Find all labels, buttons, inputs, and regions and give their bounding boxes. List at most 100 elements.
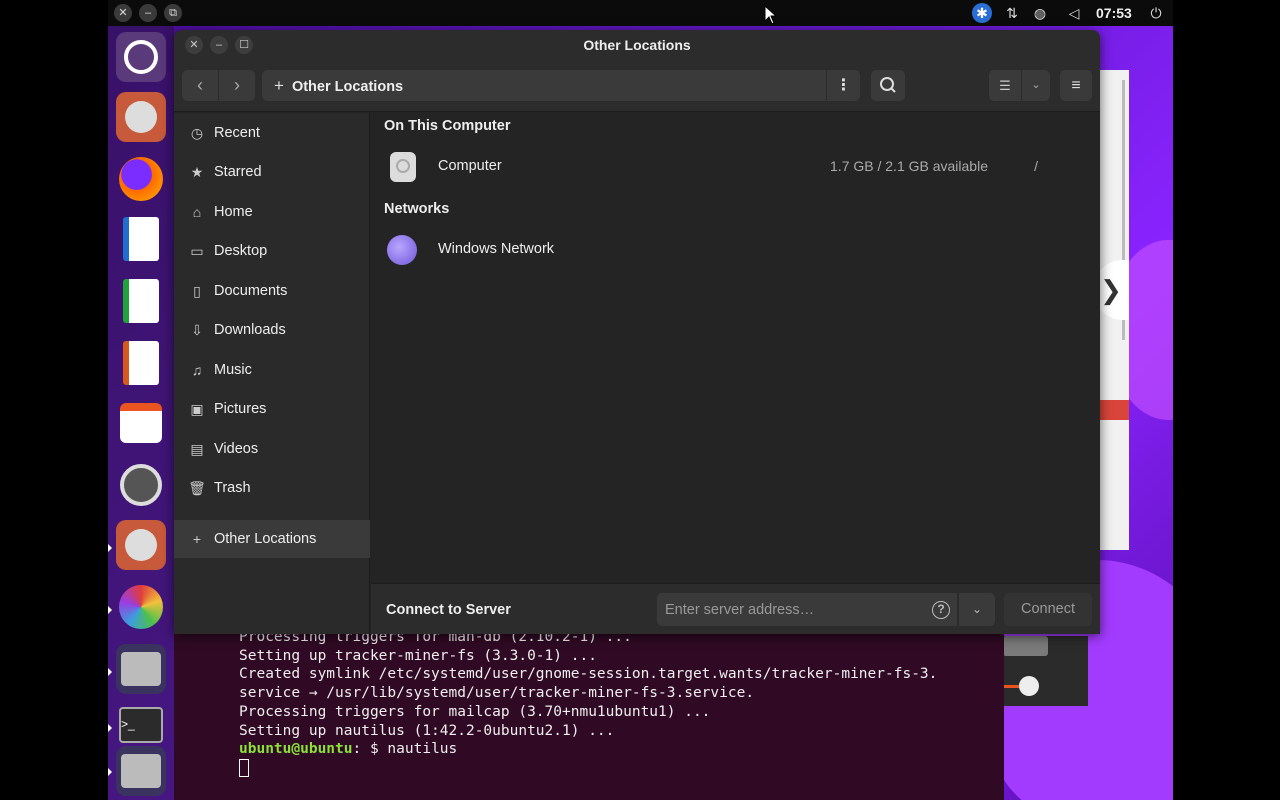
sidebar-item-label: Recent [214,125,260,141]
plus-icon: + [274,76,284,95]
volume-muted-icon[interactable]: ◁ [1064,3,1084,23]
search-button[interactable] [871,70,905,101]
plus-icon: + [192,531,202,547]
path-label: Other Locations [291,79,404,95]
calc-icon[interactable] [116,276,166,326]
sidebar-item-other-locations[interactable]: + Other Locations [174,520,370,558]
sidebar-item-recent[interactable]: ◷ Recent [174,115,370,151]
terminal-line: service → /usr/lib/systemd/user/tracker-… [239,685,755,702]
accessibility-icon[interactable]: ✱ [972,3,992,23]
background-settings-window[interactable] [1003,636,1088,706]
titlebar[interactable]: ✕ – ☐ Other Locations [174,30,1100,60]
location-row-computer[interactable]: Computer 1.7 GB / 2.1 GB available / [371,146,1100,188]
settings-icon[interactable] [116,460,166,510]
document-icon: ▯ [193,283,201,299]
terminal-line: Setting up tracker-miner-fs (3.3.0-1) ..… [239,647,597,664]
globe-icon[interactable]: ◍ [1030,3,1050,23]
window-title: Other Locations [583,37,691,53]
files-icon[interactable] [116,644,166,694]
sidebar-item-label: Documents [214,283,288,299]
home-icon: ⌂ [192,204,202,220]
installer-icon[interactable] [116,520,166,570]
sidebar-item-pictures[interactable]: ▣ Pictures [174,391,370,427]
sidebar-item-trash[interactable]: 🗑 Trash [174,470,370,506]
dock: >_ [108,26,174,800]
installer-icon[interactable] [116,92,166,142]
running-indicator [108,668,112,676]
sidebar-item-label: Music [214,362,252,378]
terminal-cursor [239,758,249,777]
terminal-window[interactable]: Processing triggers for man-db (2.10.2-1… [174,628,1004,800]
sidebar-item-music[interactable]: ♫ Music [174,352,370,388]
clock[interactable]: 07:53 [1096,0,1132,26]
location-name: Windows Network [438,241,555,257]
section-header-networks: Networks [384,201,450,217]
files-icon[interactable] [116,746,166,796]
sidebar-item-starred[interactable]: ★ Starred [174,154,370,190]
sidebar-item-label: Downloads [214,322,286,338]
terminal-cursor-line[interactable] [239,758,1004,778]
path-menu-button[interactable]: ⋮ [827,70,860,101]
sidebar-item-label: Trash [214,480,251,496]
help-icon[interactable]: ? [932,601,950,619]
sidebar-item-downloads[interactable]: ⇩ Downloads [174,312,370,348]
slider-knob[interactable] [1019,676,1039,696]
prompt-command: : $ nautilus [352,741,458,758]
running-indicator [108,724,112,732]
running-indicator [108,768,112,776]
terminal-line: Setting up nautilus (1:42.2-0ubuntu2.1) … [239,722,615,739]
prompt-user: ubuntu@ubuntu [239,741,353,758]
impress-icon[interactable] [116,338,166,388]
list-view-button[interactable]: ☰ [989,70,1021,101]
restore-icon[interactable]: ⧉ [164,4,182,22]
ubuntu-logo-icon[interactable] [116,32,166,82]
search-icon [880,77,896,93]
files-window: ✕ – ☐ Other Locations ‹ › + Other Locatio… [174,30,1100,634]
trash-icon: 🗑 [188,480,206,496]
connect-label: Connect to Server [386,602,511,618]
location-name: Computer [438,158,502,174]
color-picker-icon[interactable] [116,582,166,632]
picture-icon: ▣ [190,401,204,417]
toolbar: ‹ › + Other Locations ⋮ ☰ ⌄ ≡ [174,60,1100,112]
firefox-icon[interactable] [116,154,166,204]
disk-space: 1.7 GB / 2.1 GB available [830,158,988,174]
locations-view: On This Computer Computer 1.7 GB / 2.1 G… [371,113,1100,583]
sidebar-item-documents[interactable]: ▯ Documents [174,273,370,309]
back-button[interactable]: ‹ [182,70,218,101]
location-row-windows-network[interactable]: Windows Network [371,229,1100,271]
main-menu-button[interactable]: ≡ [1060,70,1092,101]
terminal-line: Processing triggers for mailcap (3.70+nm… [239,703,711,720]
minimize-icon[interactable]: – [139,4,157,22]
desktop: ❯ Processing triggers for man-db (2.10.2… [108,0,1173,800]
writer-icon[interactable] [116,214,166,264]
sidebar-item-home[interactable]: ⌂ Home [174,194,370,230]
terminal-prompt-line: ubuntu@ubuntu: $ nautilus [239,740,1004,759]
terminal-icon[interactable]: >_ [116,700,166,750]
network-globe-icon [387,235,417,265]
view-options-button[interactable]: ⌄ [1022,70,1050,101]
software-store-icon[interactable] [116,398,166,448]
connect-to-server-bar: Connect to Server ? ⌄ Connect [371,583,1100,634]
video-icon: ▤ [190,441,204,457]
desktop-icon: ▭ [190,243,204,259]
server-address-input[interactable] [657,593,957,626]
button[interactable] [1003,636,1048,656]
recent-servers-dropdown[interactable]: ⌄ [959,593,995,626]
sidebar-item-videos[interactable]: ▤ Videos [174,431,370,467]
network-icon[interactable]: ⇅ [1002,3,1022,23]
path-bar[interactable]: + Other Locations [262,70,826,101]
drive-icon [390,152,416,182]
close-icon[interactable]: ✕ [114,4,132,22]
sidebar-item-label: Other Locations [214,531,317,547]
sidebar-item-label: Pictures [214,401,267,417]
running-indicator [108,606,112,614]
terminal-line: Created symlink /etc/systemd/user/gnome-… [239,666,938,683]
power-icon[interactable]: ⏻ [1146,3,1166,23]
forward-button[interactable]: › [219,70,255,101]
music-icon: ♫ [191,362,203,378]
connect-button[interactable]: Connect [1004,593,1092,626]
sidebar-item-label: Desktop [214,243,268,259]
sidebar-item-label: Starred [214,164,262,180]
sidebar-item-desktop[interactable]: ▭ Desktop [174,233,370,269]
